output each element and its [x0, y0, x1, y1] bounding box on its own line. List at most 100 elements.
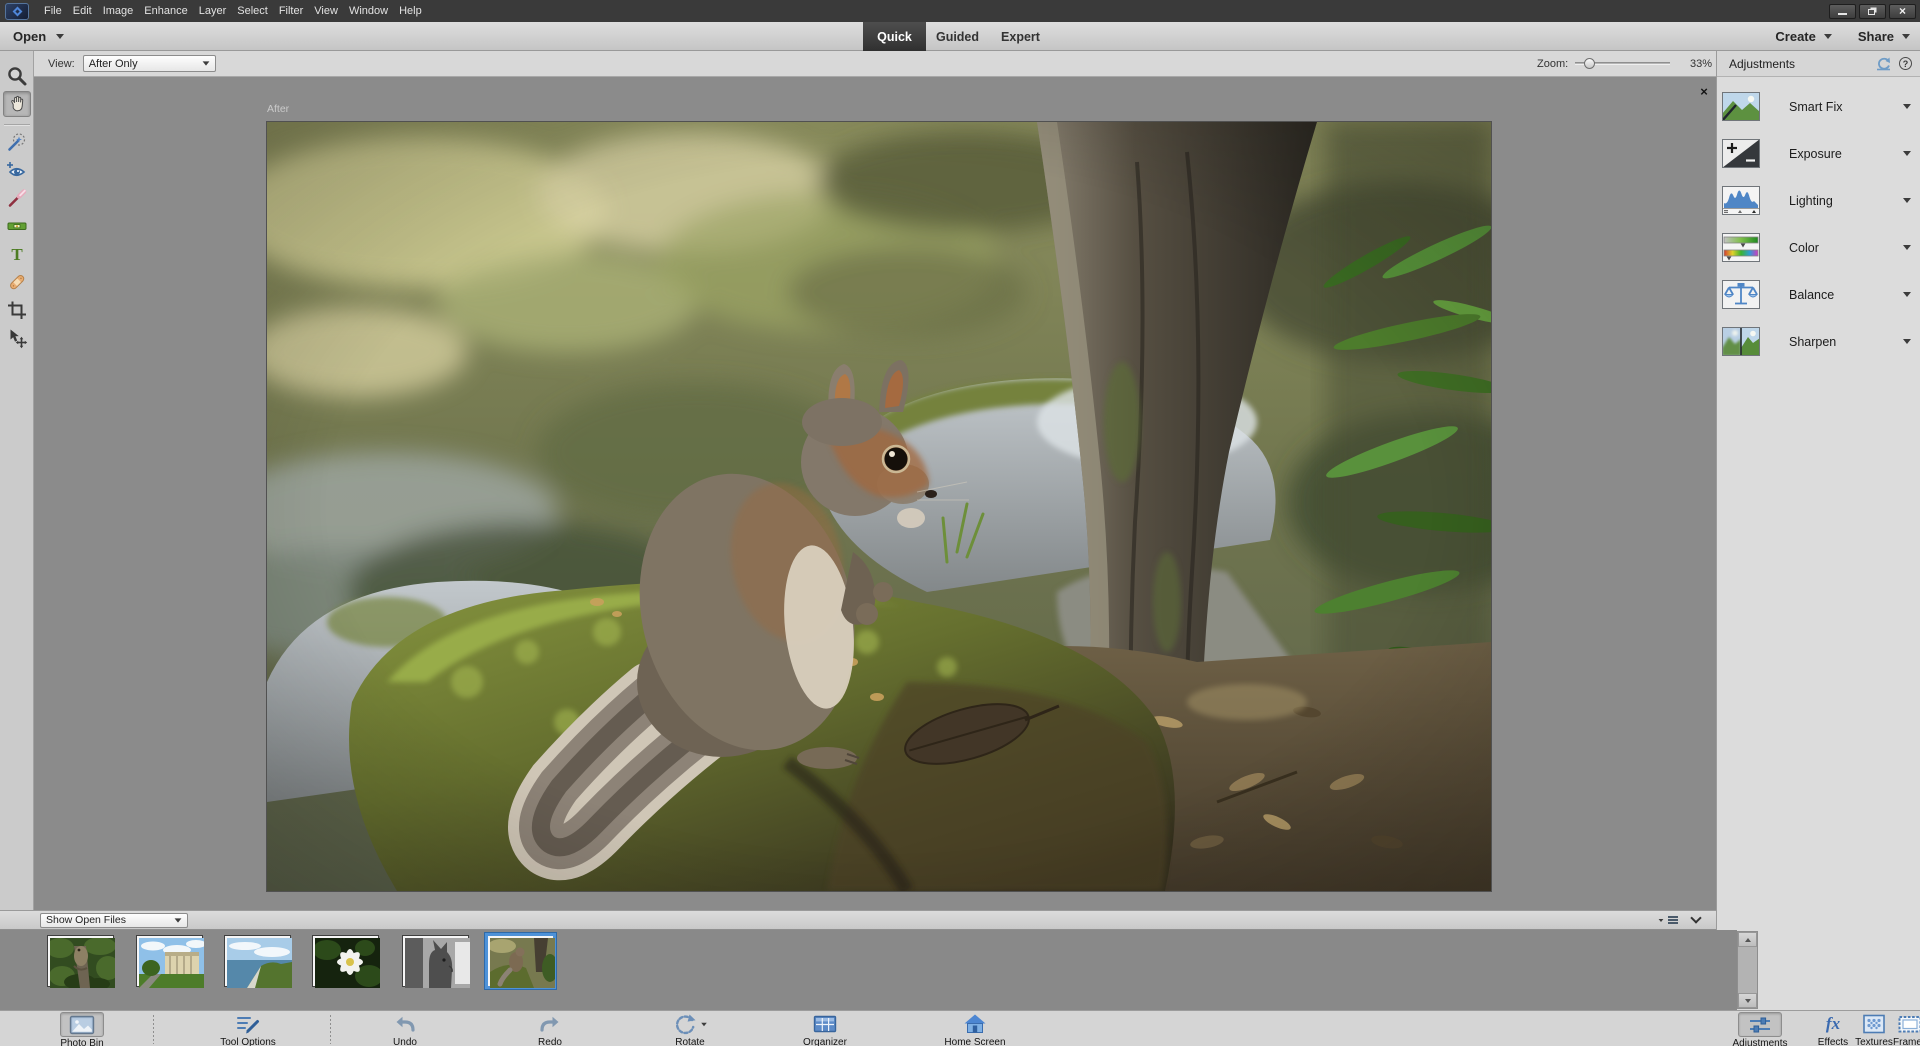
reset-panel-icon[interactable]	[1875, 56, 1892, 71]
home-icon	[962, 1012, 988, 1036]
tab-quick[interactable]: Quick	[863, 22, 926, 51]
thumbnail-mansion-photo[interactable]	[137, 936, 202, 986]
app-logo-icon	[5, 3, 29, 20]
expand-arrow-icon[interactable]	[1903, 292, 1911, 297]
thumbnail-dog-photo[interactable]	[403, 936, 468, 986]
menu-layer[interactable]: Layer	[199, 5, 227, 17]
create-button[interactable]: Create	[1775, 29, 1831, 44]
menu-view[interactable]: View	[314, 5, 338, 17]
toolbox-divider	[4, 124, 30, 125]
chevron-down-icon[interactable]	[701, 1022, 707, 1026]
tab-expert[interactable]: Expert	[989, 22, 1052, 51]
create-label: Create	[1775, 29, 1815, 44]
adjustments-icon	[1747, 1013, 1773, 1037]
photo-bin	[0, 930, 1737, 1010]
chevron-down-icon	[175, 918, 182, 922]
undo-button[interactable]: Undo	[360, 1012, 450, 1046]
close-image-button[interactable]: ×	[1696, 84, 1712, 100]
menu-select[interactable]: Select	[237, 5, 268, 17]
red-eye-removal-tool-icon[interactable]	[3, 157, 31, 183]
type-tool-icon[interactable]: T	[3, 241, 31, 267]
zoom-label: Zoom:	[1537, 58, 1568, 70]
adjustment-label: Exposure	[1789, 147, 1842, 161]
taskbar-label: Home Screen	[944, 1037, 1005, 1046]
photo-bin-filter-value: Show Open Files	[46, 914, 126, 926]
hand-tool-icon[interactable]	[3, 91, 31, 117]
quick-selection-tool-icon[interactable]	[3, 129, 31, 155]
menu-help[interactable]: Help	[399, 5, 422, 17]
open-photo-squirrel[interactable]	[267, 122, 1491, 891]
panel-title: Adjustments	[1729, 57, 1795, 71]
whiten-teeth-tool-icon[interactable]	[3, 185, 31, 211]
photoshop-elements-window: File Edit Image Enhance Layer Select Fil…	[0, 0, 1920, 1046]
home-screen-button[interactable]: Home Screen	[930, 1012, 1020, 1046]
photo-bin-button[interactable]: Photo Bin	[37, 1012, 127, 1046]
menu-items: File Edit Image Enhance Layer Select Fil…	[44, 5, 422, 17]
menu-window[interactable]: Window	[349, 5, 388, 17]
scroll-up-icon[interactable]	[1738, 932, 1757, 947]
adjustment-smart-fix[interactable]: Smart Fix	[1717, 87, 1920, 127]
adjustment-color[interactable]: Color	[1717, 228, 1920, 268]
smart-fix-icon	[1722, 92, 1760, 121]
thumbnail-owl-photo[interactable]	[48, 936, 113, 986]
restore-button[interactable]	[1859, 4, 1886, 19]
chevron-down-icon	[202, 61, 209, 65]
tool-options-icon	[235, 1012, 261, 1036]
adjustment-exposure[interactable]: Exposure	[1717, 134, 1920, 174]
view-mode-dropdown[interactable]: After Only	[83, 55, 216, 72]
photo-bin-header: Show Open Files	[0, 910, 1716, 930]
rotate-button[interactable]: Rotate	[645, 1012, 735, 1046]
menu-filter[interactable]: Filter	[279, 5, 303, 17]
taskbar-label: Adjustments	[1732, 1038, 1787, 1046]
organizer-button[interactable]: Organizer	[780, 1012, 870, 1046]
expand-arrow-icon[interactable]	[1903, 198, 1911, 203]
menu-file[interactable]: File	[44, 5, 62, 17]
spot-healing-brush-tool-icon[interactable]	[3, 269, 31, 295]
expand-arrow-icon[interactable]	[1903, 151, 1911, 156]
open-button[interactable]: Open	[13, 29, 64, 44]
photo-bin-scrollbar[interactable]	[1737, 931, 1758, 1009]
close-icon: ×	[1899, 5, 1906, 17]
share-button[interactable]: Share	[1858, 29, 1910, 44]
scroll-down-icon[interactable]	[1738, 993, 1757, 1008]
menu-bar: File Edit Image Enhance Layer Select Fil…	[0, 0, 1920, 22]
thumbnail-squirrel-photo[interactable]	[488, 936, 553, 986]
adjustment-balance[interactable]: Balance	[1717, 275, 1920, 315]
move-tool-icon[interactable]	[3, 325, 31, 351]
tool-options-bar: View: After Only Zoom: 33%	[34, 51, 1716, 77]
canvas-area: After ×	[34, 77, 1716, 910]
rotate-icon	[672, 1012, 698, 1036]
zoom-slider[interactable]	[1575, 58, 1670, 69]
taskbar-label: Photo Bin	[60, 1038, 103, 1046]
photo-bin-filter-dropdown[interactable]: Show Open Files	[40, 913, 188, 928]
expand-arrow-icon[interactable]	[1903, 245, 1911, 250]
zoom-slider-knob[interactable]	[1584, 58, 1595, 69]
thumbnail-coastline-photo[interactable]	[225, 936, 290, 986]
adjustment-sharpen[interactable]: Sharpen	[1717, 322, 1920, 362]
expand-arrow-icon[interactable]	[1903, 339, 1911, 344]
thumbnail-daisy-photo[interactable]	[313, 936, 378, 986]
chevron-down-icon	[56, 34, 64, 39]
redo-button[interactable]: Redo	[505, 1012, 595, 1046]
menu-image[interactable]: Image	[103, 5, 134, 17]
tool-options-button[interactable]: Tool Options	[203, 1012, 293, 1046]
collapse-bin-icon[interactable]	[1690, 912, 1701, 923]
help-icon[interactable]: ?	[1899, 57, 1912, 70]
minimize-button[interactable]	[1829, 4, 1856, 19]
close-button[interactable]: ×	[1889, 4, 1916, 19]
adjustment-label: Smart Fix	[1789, 100, 1842, 114]
tab-guided[interactable]: Guided	[926, 22, 989, 51]
open-label: Open	[13, 29, 46, 44]
straighten-tool-icon[interactable]	[3, 213, 31, 239]
panel-menu-icon[interactable]	[1657, 916, 1678, 924]
adjustment-lighting[interactable]: Lighting	[1717, 181, 1920, 221]
action-bar: Open Quick Guided Expert Create Share	[0, 22, 1920, 51]
taskbar-label: Redo	[538, 1037, 562, 1046]
adjustments-button[interactable]: Adjustments	[1717, 1012, 1803, 1046]
frames-button[interactable]: Frames	[1884, 1012, 1920, 1046]
crop-tool-icon[interactable]	[3, 297, 31, 323]
expand-arrow-icon[interactable]	[1903, 104, 1911, 109]
zoom-tool-icon[interactable]	[3, 63, 31, 89]
menu-edit[interactable]: Edit	[73, 5, 92, 17]
menu-enhance[interactable]: Enhance	[144, 5, 187, 17]
